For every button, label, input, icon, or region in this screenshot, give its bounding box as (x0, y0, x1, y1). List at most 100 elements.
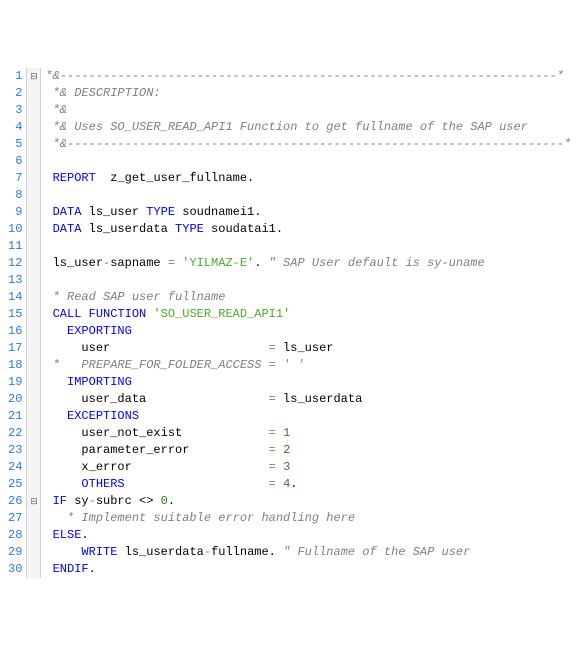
code-area[interactable]: *&--------------------------------------… (41, 68, 571, 578)
fold-marker (27, 255, 40, 272)
code-line[interactable]: WRITE ls_userdata-fullname. " Fullname o… (45, 544, 571, 561)
code-token: = (269, 460, 276, 474)
code-line[interactable]: EXCEPTIONS (45, 408, 571, 425)
code-line[interactable]: OTHERS = 4. (45, 476, 571, 493)
code-token (125, 477, 269, 491)
code-token: . (89, 562, 96, 576)
line-number: 25 (8, 476, 22, 493)
code-token (45, 307, 52, 321)
code-line[interactable]: ENDIF. (45, 561, 571, 578)
fold-marker (27, 119, 40, 136)
code-line[interactable]: DATA ls_userdata TYPE soudatai1. (45, 221, 571, 238)
line-number: 10 (8, 221, 22, 238)
fold-marker (27, 204, 40, 221)
code-token (45, 545, 81, 559)
line-number: 21 (8, 408, 22, 425)
code-token (45, 137, 52, 151)
line-number: 4 (8, 119, 22, 136)
code-token: ENDIF (53, 562, 89, 576)
code-token: * Read SAP user fullname (53, 290, 226, 304)
code-token: - (89, 494, 96, 508)
fold-marker (27, 357, 40, 374)
code-token (45, 477, 81, 491)
code-line[interactable]: IMPORTING (45, 374, 571, 391)
code-token: . (168, 494, 175, 508)
code-token: = (269, 341, 276, 355)
code-token: TYPE (175, 222, 204, 236)
code-token: " Fullname of the SAP user (283, 545, 470, 559)
code-line[interactable]: *& DESCRIPTION: (45, 85, 571, 102)
line-number: 1 (8, 68, 22, 85)
code-token (45, 222, 52, 236)
code-line[interactable]: * Read SAP user fullname (45, 289, 571, 306)
line-number: 6 (8, 153, 22, 170)
code-line[interactable] (45, 153, 571, 170)
code-editor: 1234567891011121314151617181920212223242… (0, 68, 582, 578)
code-token: - (204, 545, 211, 559)
code-line[interactable]: CALL FUNCTION 'SO_USER_READ_API1' (45, 306, 571, 323)
code-token: ls_user (81, 205, 146, 219)
code-token: 'YILMAZ-E' (182, 256, 254, 270)
fold-marker (27, 340, 40, 357)
code-token (45, 120, 52, 134)
code-line[interactable]: ls_user-sapname = 'YILMAZ-E'. " SAP User… (45, 255, 571, 272)
code-line[interactable]: user_data = ls_userdata (45, 391, 571, 408)
code-line[interactable]: *& (45, 102, 571, 119)
code-line[interactable]: * PREPARE_FOR_FOLDER_ACCESS = ' ' (45, 357, 571, 374)
code-token: fullname. (211, 545, 283, 559)
code-line[interactable]: user_not_exist = 1 (45, 425, 571, 442)
line-number: 13 (8, 272, 22, 289)
line-number: 26 (8, 493, 22, 510)
code-token: ls_userdata (276, 392, 362, 406)
fold-marker (27, 221, 40, 238)
code-token: * Implement suitable error handling here (67, 511, 355, 525)
code-line[interactable]: * Implement suitable error handling here (45, 510, 571, 527)
code-token (45, 103, 52, 117)
code-token: soudatai1. (204, 222, 283, 236)
code-token: = (269, 426, 276, 440)
fold-marker[interactable]: ⊟ (27, 68, 40, 85)
code-line[interactable]: *&--------------------------------------… (45, 68, 571, 85)
code-token (45, 562, 52, 576)
line-number: 19 (8, 374, 22, 391)
code-line[interactable]: user = ls_user (45, 340, 571, 357)
code-token (45, 324, 67, 338)
code-line[interactable] (45, 238, 571, 255)
code-line[interactable]: REPORT z_get_user_fullname. (45, 170, 571, 187)
code-line[interactable]: DATA ls_user TYPE soudnamei1. (45, 204, 571, 221)
code-line[interactable]: *& Uses SO_USER_READ_API1 Function to ge… (45, 119, 571, 136)
code-line[interactable]: *&--------------------------------------… (45, 136, 571, 153)
code-token: EXPORTING (67, 324, 132, 338)
code-token: 0 (161, 494, 168, 508)
code-token (276, 426, 283, 440)
line-number: 29 (8, 544, 22, 561)
code-line[interactable] (45, 272, 571, 289)
code-token: * PREPARE_FOR_FOLDER_ACCESS = ' ' (53, 358, 305, 372)
code-token: sy (67, 494, 89, 508)
code-token: soudnamei1. (175, 205, 261, 219)
code-token (45, 171, 52, 185)
code-token (45, 511, 67, 525)
fold-marker[interactable]: ⊟ (27, 493, 40, 510)
code-token: ELSE (53, 528, 82, 542)
fold-marker (27, 561, 40, 578)
line-number: 28 (8, 527, 22, 544)
fold-marker (27, 323, 40, 340)
code-line[interactable]: EXPORTING (45, 323, 571, 340)
code-token (276, 477, 283, 491)
line-number: 22 (8, 425, 22, 442)
code-line[interactable] (45, 187, 571, 204)
line-number: 18 (8, 357, 22, 374)
code-token: ls_user (45, 256, 103, 270)
code-token: ls_userdata (81, 222, 175, 236)
fold-marker (27, 153, 40, 170)
code-line[interactable]: x_error = 3 (45, 459, 571, 476)
code-token: *&--------------------------------------… (53, 137, 571, 151)
code-line[interactable]: IF sy-subrc <> 0. (45, 493, 571, 510)
line-number: 8 (8, 187, 22, 204)
code-line[interactable]: ELSE. (45, 527, 571, 544)
code-line[interactable]: parameter_error = 2 (45, 442, 571, 459)
code-token (45, 375, 67, 389)
line-number: 15 (8, 306, 22, 323)
code-token: . (254, 256, 268, 270)
